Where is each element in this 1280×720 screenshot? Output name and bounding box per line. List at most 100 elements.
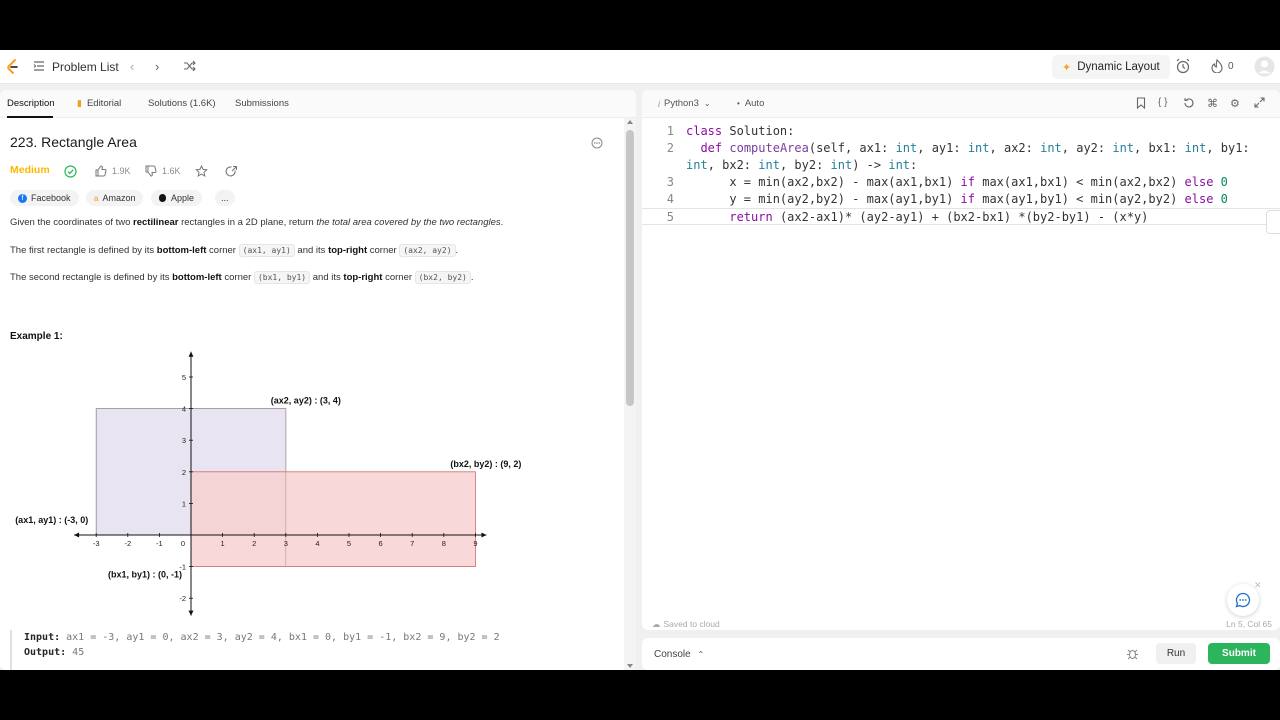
share-icon[interactable] [225,165,238,178]
rectangle-diagram: -3 -2 -1 0 1 2 3 4 5 6 7 8 954321-1-2(ax2, ay2) : (3… [15,351,521,616]
shortcut-icon[interactable]: ⌘ [1207,97,1218,110]
tab-editorial-label: Editorial [86,98,122,109]
dislike-count: 1.6K [162,166,181,176]
y-tick-label: 4 [182,405,186,414]
like-count: 1.9K [112,166,131,176]
more-options-icon[interactable] [591,137,603,149]
auto-mode-toggle[interactable]: • Auto [737,98,764,109]
tab-solutions[interactable]: Solutions (1.6K) [148,98,216,109]
company-tag-facebook[interactable]: f Facebook [10,190,79,206]
x-tick-label: 7 [410,539,414,548]
braces-icon[interactable]: { } [1158,97,1167,108]
cloud-icon: ☁ [652,619,661,629]
book-icon: ▮ [77,98,82,108]
x-tick-label: 6 [379,539,383,548]
x-tick-label: 8 [442,539,446,548]
tab-submissions[interactable]: Submissions [235,98,289,109]
dot-icon: • [737,99,740,108]
run-button[interactable]: Run [1156,643,1196,664]
user-avatar[interactable] [1254,56,1275,77]
settings-gear-icon[interactable]: ⚙ [1230,97,1240,110]
console-toggle[interactable]: Console ⌃ [654,649,704,660]
x-tick-label: 4 [315,539,319,548]
description-tabs: Description ▮ Editorial Solutions (1.6K)… [0,90,636,118]
dynamic-layout-button[interactable]: ✦ Dynamic Layout [1052,55,1170,79]
y-tick-label: 2 [182,468,186,477]
solved-check-icon [64,165,77,178]
description-scrollbar[interactable] [624,118,636,670]
auto-mode-label: Auto [744,98,765,109]
code-line[interactable]: 1 class Solution: [642,123,1280,140]
label-a-top-right: (ax2, ay2) : (3, 4) [271,396,341,406]
y-tick-label: 3 [182,436,186,445]
company-tag-apple[interactable]: Apple [151,190,203,206]
bookmark-icon[interactable] [1136,97,1146,112]
code-line[interactable]: 2 def computeArea(self, ax1: int, ay1: i… [642,140,1280,157]
thumbs-up-icon [95,165,107,177]
company-name: Apple [171,193,195,203]
problem-list-link[interactable]: Problem List [52,60,119,74]
code-line[interactable]: 3 x = min(ax2,bx2) - max(ax1,bx1) if max… [642,174,1280,191]
alarm-clock-icon[interactable] [1175,58,1191,74]
star-icon[interactable] [195,165,208,178]
prev-problem-icon[interactable]: ‹ [130,59,134,74]
scroll-down-arrow-icon[interactable] [627,664,633,668]
code-area[interactable]: 1 class Solution: 2 def computeArea(self,… [642,123,1280,225]
expand-icon[interactable] [1254,97,1265,111]
x-axis-arrow [481,532,487,538]
amazon-icon: a [94,193,99,203]
label-b-bottom-left: (bx1, by1) : (0, -1) [108,570,182,580]
example-output: Output: 45 [24,647,85,658]
chevron-up-icon: ⌃ [697,650,705,659]
console-bar: Console ⌃ Run Submit [642,638,1280,670]
code-line[interactable]: 4 y = min(ay2,by2) - max(ay1,by1) if max… [642,191,1280,208]
company-tag-amazon[interactable]: a Amazon [86,190,144,206]
facebook-icon: f [18,193,27,203]
label-b-top-right: (bx2, by2) : (9, 2) [450,459,521,469]
label-a-bottom-left: (ax1, ay1) : (-3, 0) [15,515,88,525]
x-tick-label: 2 [252,539,256,548]
reset-icon[interactable] [1183,97,1195,112]
code-line-current[interactable]: 5 return (ax2-ax1)* (ay2-ay1) + (bx2-bx1… [642,208,1280,225]
apple-icon [159,194,166,202]
tab-description[interactable]: Description [7,98,55,109]
submit-button[interactable]: Submit [1208,643,1270,664]
problem-list-icon[interactable] [33,60,45,72]
difficulty-badge: Medium [10,164,50,176]
cursor-position: Ln 5, Col 65 [1226,619,1272,629]
example-title: Example 1: [10,331,63,342]
tab-editorial[interactable]: ▮ Editorial [77,98,121,109]
side-panel-tab[interactable] [1266,210,1280,234]
more-companies-button[interactable]: ... [215,190,235,206]
y-tick-label: 1 [182,499,186,508]
editor-toolbar: i Python3 ⌄ • Auto { } ⌘ ⚙ [642,90,1280,118]
example-input: Input: ax1 = -3, ay1 = 0, ax2 = 3, ay2 =… [24,632,500,643]
second-rectangle-paragraph: The second rectangle is defined by its b… [10,271,474,284]
streak-counter[interactable]: 0 [1211,59,1234,73]
y-axis-arrow [188,351,194,357]
chevron-down-icon: ⌄ [703,99,711,108]
scroll-up-arrow-icon[interactable] [627,120,633,124]
shuffle-icon[interactable] [183,60,196,72]
rectangle-b [190,471,476,568]
scroll-thumb[interactable] [626,130,634,406]
top-navbar: Problem List ‹ › ✦ Dynamic Layout 0 [0,50,1280,84]
close-chat-icon[interactable]: ✕ [1254,580,1262,591]
like-button[interactable]: 1.9K [95,165,131,177]
console-label: Console [654,649,691,660]
streak-count: 0 [1228,60,1234,72]
leetcode-logo[interactable] [6,58,20,76]
language-label: Python3 [664,98,699,109]
code-editor-panel: i Python3 ⌄ • Auto { } ⌘ ⚙ 1 class Soluti… [642,90,1280,630]
debug-icon[interactable] [1126,647,1139,665]
x-tick-label: -2 [124,539,131,548]
next-problem-icon[interactable]: › [155,59,159,74]
code-line[interactable]: int, bx2: int, by2: int) -> int: [642,157,1280,174]
y-tick-label: -2 [179,594,186,603]
company-name: Facebook [31,193,71,203]
language-select[interactable]: i Python3 ⌄ [658,98,711,109]
x-tick-label: -3 [93,539,100,548]
x-tick-label: -1 [156,539,163,548]
dislike-button[interactable]: 1.6K [145,165,181,177]
y-axis-arrow-down [188,610,194,616]
